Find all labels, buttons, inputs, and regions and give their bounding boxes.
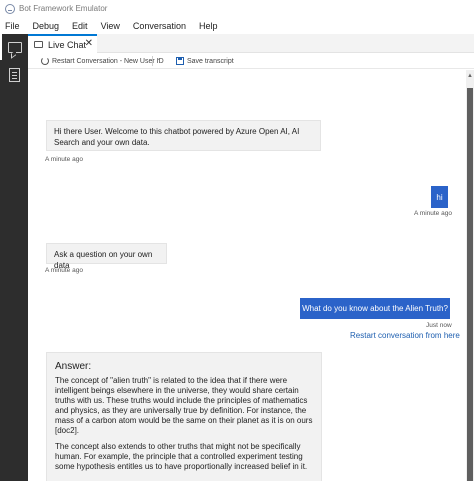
bot-message: Hi there User. Welcome to this chatbot p… [46,120,321,151]
activity-bar [0,34,28,481]
answer-paragraph: The concept of "alien truth" is related … [55,376,313,435]
close-icon[interactable]: ✕ [85,38,93,49]
message-timestamp: Just now [426,322,452,329]
menu-help[interactable]: Help [199,21,218,31]
save-icon [176,57,184,65]
menu-conversation[interactable]: Conversation [133,21,186,31]
save-label: Save transcript [187,57,234,65]
answer-title: Answer: [55,361,92,372]
message-timestamp: A minute ago [45,267,83,274]
user-message: hi [431,186,448,208]
user-message: What do you know about the Alien Truth? [300,298,450,319]
tab-live-chat[interactable]: Live Chat ✕ [28,34,97,53]
message-timestamp: A minute ago [45,156,83,163]
document-icon [8,68,20,82]
chevron-down-icon[interactable]: ⌄ [156,54,162,62]
window-title: Bot Framework Emulator [19,4,108,13]
restart-label: Restart Conversation - New User ID [52,57,164,65]
toolbar-divider [152,56,153,66]
chat-transcript[interactable]: Hi there User. Welcome to this chatbot p… [28,70,466,481]
restart-conversation-button[interactable]: Restart Conversation - New User ID [41,55,164,67]
restart-icon [41,57,49,65]
bot-message: Ask a question on your own data [46,243,167,270]
chat-scrollbar[interactable]: ▲ [466,70,474,481]
activity-chat-button[interactable] [0,34,28,60]
save-transcript-button[interactable]: Save transcript [176,55,234,67]
app-logo-icon [5,3,15,14]
message-timestamp: A minute ago [414,210,452,217]
scroll-up-icon[interactable]: ▲ [467,73,473,79]
scrollbar-thumb[interactable] [467,88,473,481]
chat-tab-icon [34,41,43,48]
title-bar: Bot Framework Emulator [0,0,474,17]
activity-transcript-button[interactable] [0,62,28,88]
menu-bar: File Debug Edit View Conversation Help [0,17,474,34]
tab-label: Live Chat [48,39,87,50]
tab-bar: Live Chat ✕ [28,34,474,53]
answer-paragraph: The concept also extends to other truths… [55,442,308,471]
restart-from-here-link[interactable]: Restart conversation from here [350,331,460,340]
answer-card: Answer: The concept of "alien truth" is … [46,352,322,481]
menu-debug[interactable]: Debug [33,21,60,31]
menu-file[interactable]: File [5,21,20,31]
menu-edit[interactable]: Edit [72,21,88,31]
chat-toolbar: Restart Conversation - New User ID ⌄ Sav… [28,53,474,69]
chat-icon [8,41,22,53]
menu-view[interactable]: View [101,21,120,31]
